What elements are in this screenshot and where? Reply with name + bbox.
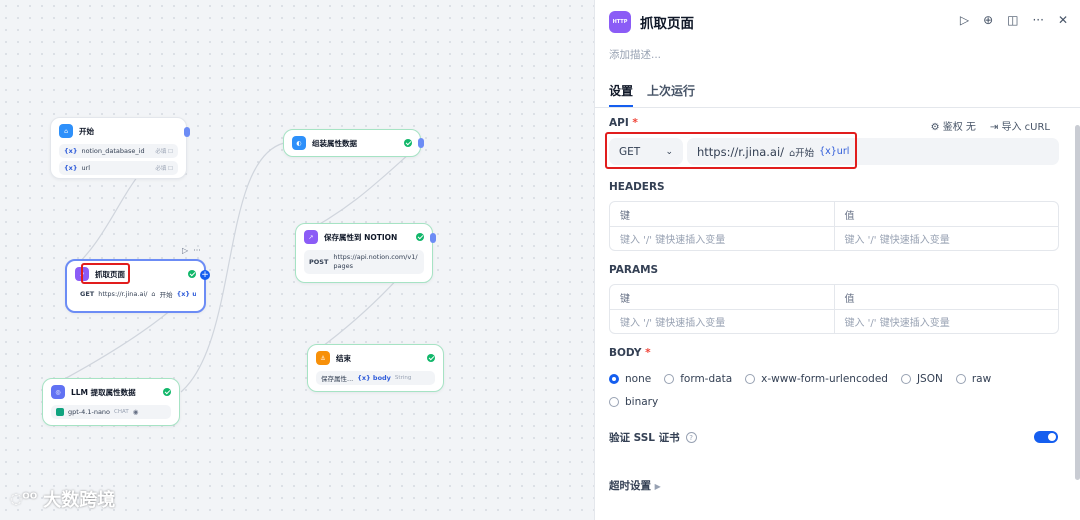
end-node[interactable]: ⚓ 结束 保存属性... {x} body String [307, 344, 444, 392]
run-icon[interactable]: ▷ [182, 246, 188, 255]
watermark: ◌ᴼᴼ 大数跨境 [10, 490, 116, 511]
params-value-header: 值 [833, 285, 1059, 309]
model-icon [56, 408, 64, 416]
params-table: 键 值 键入 '/' 键快速插入变量 键入 '/' 键快速插入变量 [609, 284, 1059, 334]
more-icon[interactable]: ··· [193, 246, 201, 255]
body-type-group: none form-data x-www-form-urlencoded JSO… [609, 371, 1029, 410]
headers-key-input[interactable]: 键入 '/' 键快速插入变量 [610, 227, 834, 250]
eye-icon: ◉ [132, 408, 139, 416]
import-curl-button[interactable]: ⇥ 导入 cURL [990, 118, 1050, 133]
more-icon[interactable]: ··· [1032, 13, 1043, 27]
headers-value-header: 值 [833, 202, 1059, 226]
params-key-header: 键 [620, 293, 630, 305]
success-icon [416, 233, 424, 241]
add-node-icon[interactable]: + [200, 270, 210, 280]
model-row: gpt-4.1-nano CHAT ◉ [51, 405, 171, 419]
highlight-box [81, 263, 130, 284]
success-icon [188, 270, 196, 278]
radio-icon [745, 374, 756, 384]
caret-right-icon: ▶ [654, 482, 661, 491]
headers-table: 键 值 键入 '/' 键快速插入变量 键入 '/' 键快速插入变量 [609, 201, 1059, 251]
end-output-row: 保存属性... {x} body String [316, 371, 435, 385]
end-icon: ⚓ [316, 351, 330, 365]
http-icon: HTTP [609, 11, 631, 33]
home-icon: ⌂ [151, 290, 156, 298]
api-actions: ⚙ 鉴权 无 ⇥ 导入 cURL [931, 118, 1050, 133]
panel-toolbar: ▷ ⊕ ◫ ··· ✕ [960, 13, 1068, 27]
success-icon [163, 388, 171, 396]
assemble-node[interactable]: ◐ 组装属性数据 [283, 129, 424, 157]
divider [595, 107, 1080, 108]
body-radio-json[interactable]: JSON [900, 371, 943, 387]
notion-request-row: POST https://api.notion.com/v1/pages [304, 250, 424, 274]
description-input[interactable]: 添加描述... [609, 47, 661, 62]
node-toolbar[interactable]: ▷ ··· [182, 246, 201, 255]
radio-selected-icon [609, 374, 619, 384]
radio-icon [900, 374, 911, 384]
body-radio-binary[interactable]: binary [609, 394, 658, 410]
ssl-toggle[interactable] [1034, 431, 1058, 443]
scrollbar[interactable] [1075, 125, 1080, 480]
output-port[interactable] [430, 233, 436, 243]
fetch-request-row: GET https://r.jina.ai/ ⌂ 开始 {x} url [75, 287, 196, 301]
start-node[interactable]: ⌂ 开始 {x} notion_database_id 必填 ☐ {x} url… [50, 117, 190, 179]
radio-icon [955, 374, 966, 384]
success-icon [404, 139, 412, 147]
target-icon[interactable]: ⊕ [983, 13, 993, 27]
success-icon [427, 354, 435, 362]
headers-value-input[interactable]: 键入 '/' 键快速插入变量 [833, 227, 1059, 250]
output-port[interactable] [418, 138, 424, 148]
watermark-logo-icon: ◌ᴼᴼ [10, 491, 38, 507]
radio-icon [609, 397, 619, 407]
http-icon: ↗ [304, 230, 318, 244]
params-value-input[interactable]: 键入 '/' 键快速插入变量 [833, 310, 1059, 333]
auth-button[interactable]: ⚙ 鉴权 无 [931, 118, 976, 133]
help-icon: ? [685, 432, 697, 443]
params-key-input[interactable]: 键入 '/' 键快速插入变量 [610, 310, 834, 333]
panel-header: HTTP 抓取页面 [609, 11, 694, 33]
home-icon: ⌂ [59, 124, 73, 138]
body-radio-raw[interactable]: raw [955, 371, 991, 387]
tab-last-run[interactable]: 上次运行 [647, 82, 695, 107]
body-label: BODY * [609, 347, 651, 359]
tab-settings[interactable]: 设置 [609, 82, 634, 107]
llm-node[interactable]: ◎ LLM 提取属性数据 gpt-4.1-nano CHAT ◉ [42, 378, 180, 426]
panel-tabs: 设置 上次运行 [609, 82, 695, 107]
llm-icon: ◎ [51, 385, 65, 399]
output-port[interactable] [184, 127, 190, 137]
headers-key-header: 键 [620, 210, 630, 222]
node-settings-panel: HTTP 抓取页面 ▷ ⊕ ◫ ··· ✕ 添加描述... 设置 上次运行 AP… [594, 0, 1080, 520]
code-icon: ◐ [292, 136, 306, 150]
start-var-row: {x} notion_database_id 必填 ☐ [59, 144, 178, 158]
body-radio-urlencoded[interactable]: x-www-form-urlencoded [745, 371, 888, 387]
params-label: PARAMS [609, 264, 659, 276]
body-radio-none[interactable]: none [609, 371, 651, 387]
run-icon[interactable]: ▷ [960, 13, 969, 27]
save-notion-node[interactable]: ↗ 保存属性到 NOTION POST https://api.notion.c… [295, 223, 436, 283]
start-var-row: {x} url 必填 ☐ [59, 161, 178, 175]
split-view-icon[interactable]: ◫ [1007, 13, 1018, 27]
api-label: API * [609, 117, 638, 129]
highlight-box [605, 132, 857, 169]
timeout-section[interactable]: 超时设置 ▶ [609, 478, 661, 493]
workflow-canvas[interactable]: ⌂ 开始 {x} notion_database_id 必填 ☐ {x} url… [0, 0, 594, 520]
panel-title[interactable]: 抓取页面 [640, 12, 694, 32]
radio-icon [664, 374, 675, 384]
ssl-label: 验证 SSL 证书 ? [609, 430, 697, 445]
body-radio-form-data[interactable]: form-data [664, 371, 732, 387]
close-icon[interactable]: ✕ [1058, 13, 1068, 27]
headers-label: HEADERS [609, 181, 665, 193]
